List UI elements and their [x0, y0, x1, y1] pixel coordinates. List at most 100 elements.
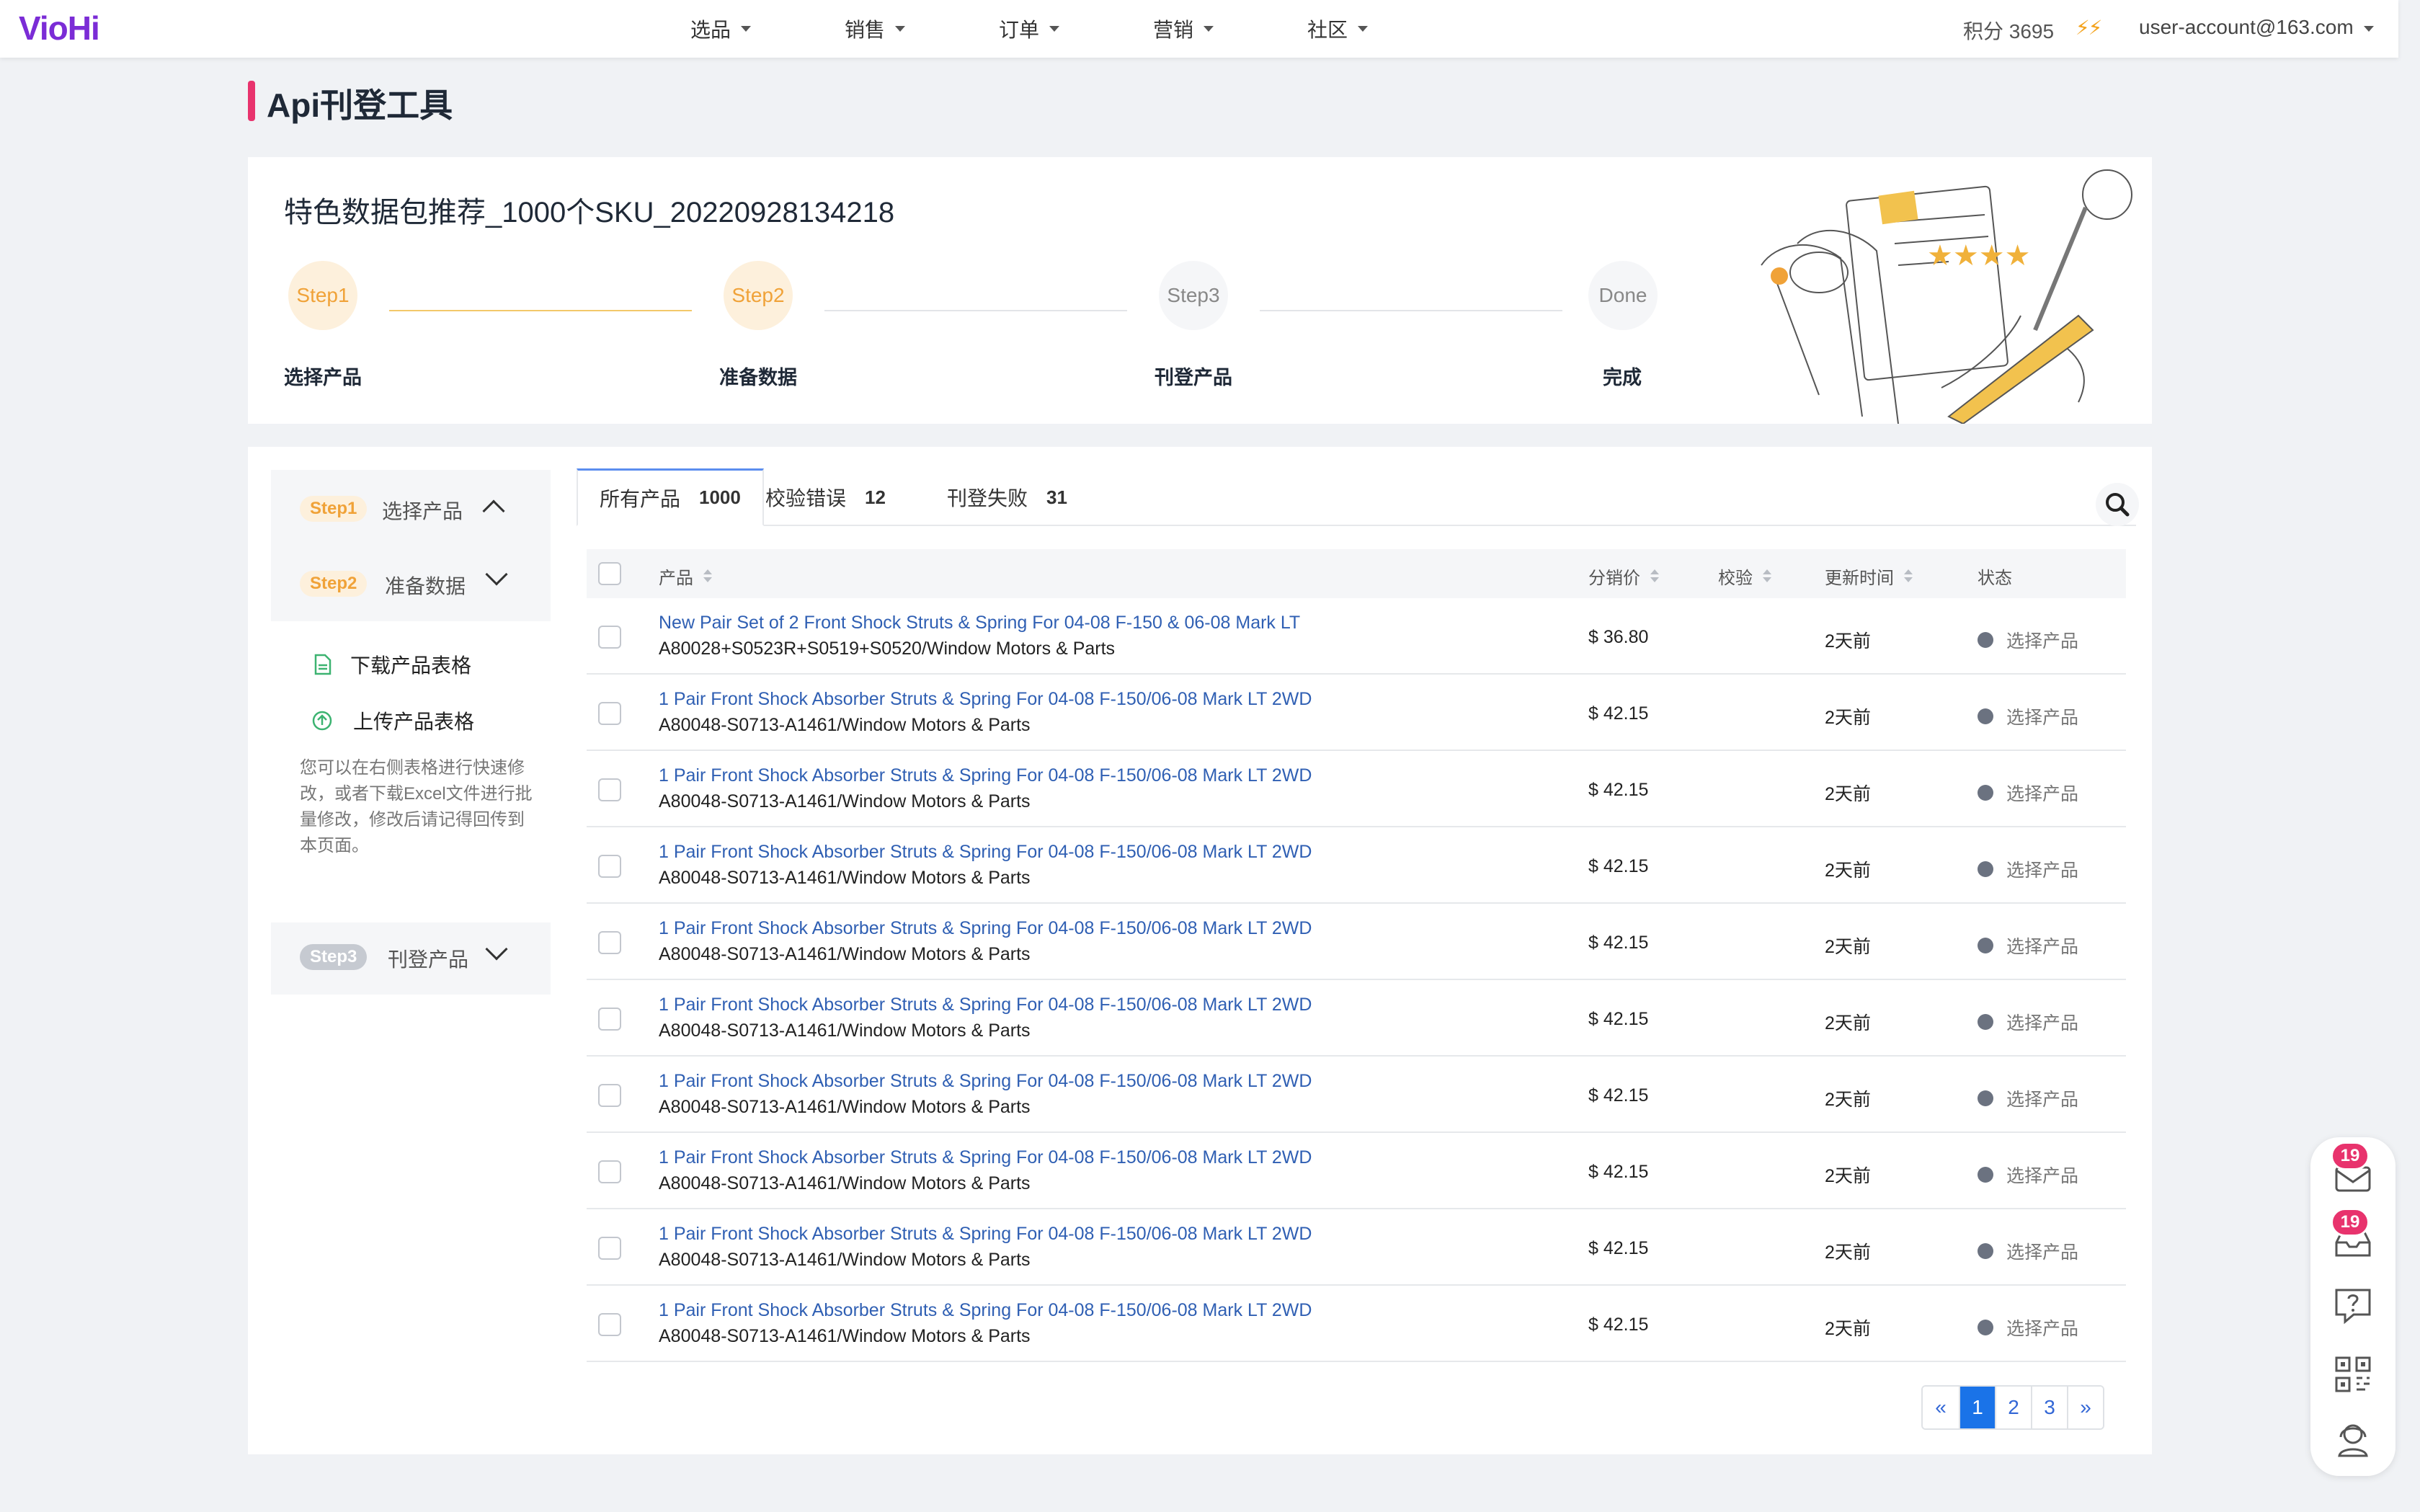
panel-step1-header[interactable]: Step1 选择产品: [271, 470, 551, 545]
caret-down-icon: [1358, 26, 1369, 32]
caret-down-icon: [1049, 26, 1060, 32]
row-checkbox[interactable]: [598, 1313, 621, 1336]
search-icon: [2106, 493, 2130, 517]
product-name-link[interactable]: 1 Pair Front Shock Absorber Struts & Spr…: [659, 1147, 1312, 1168]
product-name-link[interactable]: 1 Pair Front Shock Absorber Struts & Spr…: [659, 842, 1312, 863]
product-sku: A80048-S0713-A1461/Window Motors & Parts: [659, 1097, 1031, 1117]
qr-code-icon[interactable]: [2332, 1353, 2374, 1395]
page-prev-button[interactable]: «: [1923, 1387, 1959, 1428]
status-dot-icon: [1978, 632, 1993, 648]
row-checkbox[interactable]: [598, 1237, 621, 1260]
account-menu[interactable]: user-account@163.com: [2139, 16, 2374, 39]
product-name-link[interactable]: 1 Pair Front Shock Absorber Struts & Spr…: [659, 1224, 1312, 1245]
nav-item-selection[interactable]: 选品: [690, 0, 845, 58]
status-dot-icon: [1978, 861, 1993, 877]
page-next-button[interactable]: »: [2067, 1387, 2103, 1428]
product-name-link[interactable]: New Pair Set of 2 Front Shock Struts & S…: [659, 613, 1300, 633]
step-label-done: 完成: [1603, 367, 1642, 388]
panel-step2-header[interactable]: Step2 准备数据: [271, 545, 551, 620]
page-button-2[interactable]: 2: [1995, 1387, 2031, 1428]
table-row: 1 Pair Front Shock Absorber Struts & Spr…: [587, 1286, 2126, 1362]
table-row: 1 Pair Front Shock Absorber Struts & Spr…: [587, 1209, 2126, 1286]
status-dot-icon: [1978, 708, 1993, 724]
product-sku: A80048-S0713-A1461/Window Motors & Parts: [659, 1250, 1031, 1270]
page-button-1[interactable]: 1: [1959, 1387, 1995, 1428]
panel-step3-header[interactable]: Step3 刊登产品: [271, 922, 551, 995]
tab-validation-errors[interactable]: 校验错误 12: [765, 468, 886, 526]
step-circle-done: Done: [1588, 261, 1658, 330]
caret-down-icon: [895, 26, 906, 32]
product-name-link[interactable]: 1 Pair Front Shock Absorber Struts & Spr…: [659, 995, 1312, 1015]
updated-time: 2天前: [1825, 708, 1871, 728]
table-row: 1 Pair Front Shock Absorber Struts & Spr…: [587, 904, 2126, 980]
row-checkbox[interactable]: [598, 1084, 621, 1107]
sort-icon: [1763, 569, 1771, 584]
caret-down-icon: [741, 26, 752, 32]
lightning-icon: ⚡⚡: [2076, 17, 2102, 39]
tab-listing-failed[interactable]: 刊登失败 31: [947, 468, 1067, 526]
step-connector-3: [1260, 310, 1562, 311]
nav-item-marketing[interactable]: 营销: [1153, 0, 1307, 58]
page-title: Api刊登工具: [267, 86, 453, 124]
product-name-link[interactable]: 1 Pair Front Shock Absorber Struts & Spr…: [659, 765, 1312, 786]
tab-all-products[interactable]: 所有产品 1000: [577, 468, 764, 526]
nav-item-orders[interactable]: 订单: [999, 0, 1153, 58]
download-table-button[interactable]: 下载产品表格: [314, 650, 471, 679]
floating-toolbar: 19 19: [2310, 1137, 2395, 1476]
updated-time: 2天前: [1825, 1242, 1871, 1263]
select-all-checkbox[interactable]: [598, 562, 621, 585]
status-dot-icon: [1978, 785, 1993, 801]
status-badge: 选择产品: [1978, 1315, 2078, 1340]
updated-time: 2天前: [1825, 1090, 1871, 1110]
row-checkbox[interactable]: [598, 1008, 621, 1031]
customer-service-icon[interactable]: [2332, 1418, 2374, 1460]
pagination: « 1 2 3 »: [1921, 1385, 2104, 1430]
row-checkbox[interactable]: [598, 855, 621, 878]
nav-item-sales[interactable]: 销售: [845, 0, 999, 58]
product-name-link[interactable]: 1 Pair Front Shock Absorber Struts & Spr…: [659, 1300, 1312, 1321]
step-circle-1: Step1: [288, 261, 357, 330]
updated-time: 2天前: [1825, 1319, 1871, 1339]
nav-item-community[interactable]: 社区: [1307, 0, 1462, 58]
row-checkbox[interactable]: [598, 778, 621, 801]
upload-table-button[interactable]: 上传产品表格: [311, 706, 474, 735]
row-checkbox[interactable]: [598, 1160, 621, 1183]
product-name-link[interactable]: 1 Pair Front Shock Absorber Struts & Spr…: [659, 1071, 1312, 1092]
status-badge: 选择产品: [1978, 1085, 2078, 1111]
progress-card: 特色数据包推荐_1000个SKU_20220928134218 Step1 St…: [248, 157, 2152, 424]
row-checkbox[interactable]: [598, 626, 621, 649]
status-dot-icon: [1978, 1090, 1993, 1106]
page-button-3[interactable]: 3: [2031, 1387, 2067, 1428]
product-sku: A80048-S0713-A1461/Window Motors & Parts: [659, 1326, 1031, 1346]
step-label-1: 选择产品: [284, 367, 362, 388]
product-price: $ 42.15: [1588, 1162, 1649, 1182]
product-sku: A80028+S0523R+S0519+S0520/Window Motors …: [659, 639, 1116, 659]
table-row: New Pair Set of 2 Front Shock Struts & S…: [587, 598, 2126, 675]
column-check[interactable]: 校验: [1718, 564, 1771, 589]
panel-step3-tag: Step3: [300, 944, 368, 970]
row-checkbox[interactable]: [598, 931, 621, 954]
column-price[interactable]: 分销价: [1588, 564, 1659, 589]
data-pack-title: 特色数据包推荐_1000个SKU_20220928134218: [284, 197, 895, 228]
help-icon[interactable]: [2332, 1284, 2374, 1326]
step-circle-2: Step2: [724, 261, 793, 330]
product-name-link[interactable]: 1 Pair Front Shock Absorber Struts & Spr…: [659, 689, 1312, 710]
caret-down-icon: [1204, 26, 1214, 32]
search-button[interactable]: [2096, 483, 2139, 526]
panel-step1-label: 选择产品: [382, 500, 463, 522]
title-accent-bar: [248, 81, 255, 121]
logo[interactable]: VioHi: [19, 9, 100, 48]
product-price: $ 42.15: [1588, 703, 1649, 724]
row-checkbox[interactable]: [598, 702, 621, 725]
status-dot-icon: [1978, 1014, 1993, 1030]
column-updated[interactable]: 更新时间: [1825, 564, 1913, 589]
status-badge: 选择产品: [1978, 1162, 2078, 1188]
mail-badge: 19: [2331, 1142, 2370, 1170]
table-row: 1 Pair Front Shock Absorber Struts & Spr…: [587, 980, 2126, 1057]
inbox-badge: 19: [2331, 1208, 2370, 1237]
sort-icon: [1650, 569, 1659, 584]
column-product[interactable]: 产品: [659, 564, 712, 589]
step-label-3: 刊登产品: [1155, 367, 1232, 388]
status-badge: 选择产品: [1978, 933, 2078, 959]
product-name-link[interactable]: 1 Pair Front Shock Absorber Struts & Spr…: [659, 918, 1312, 939]
